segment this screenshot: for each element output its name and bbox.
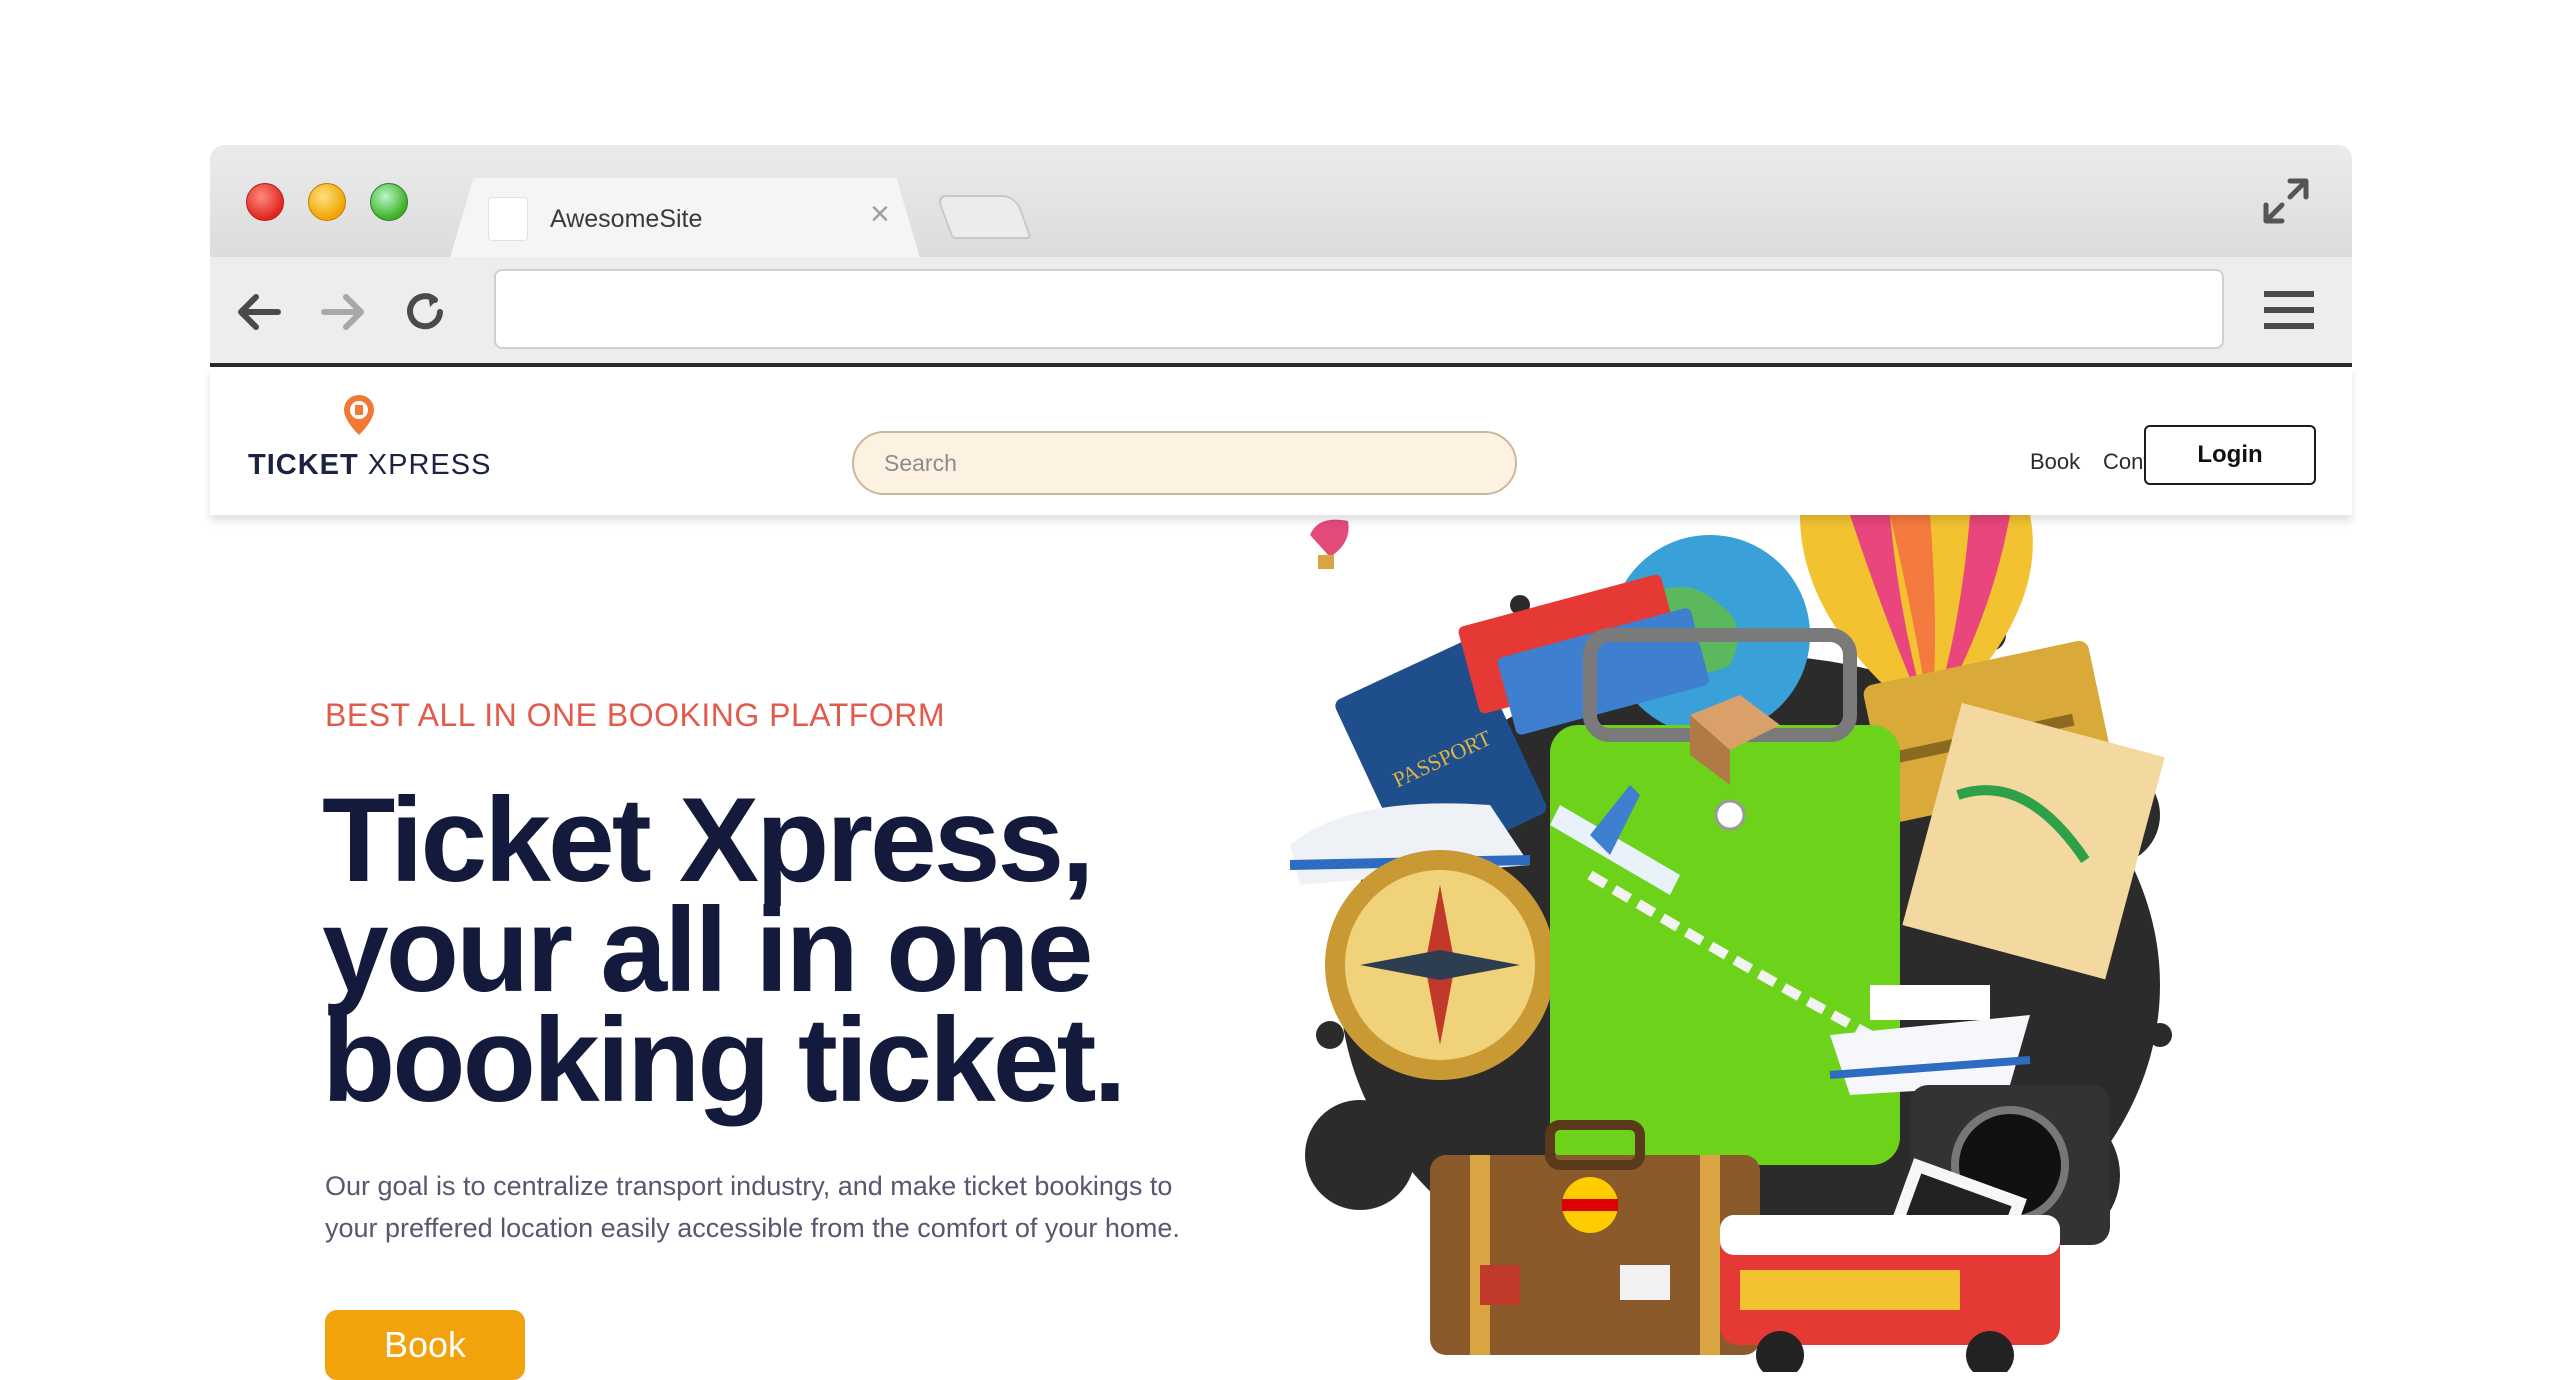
brown-suitcase-icon <box>1430 1120 1760 1355</box>
book-button[interactable]: Book <box>325 1310 525 1380</box>
site-header: TICKET XPRESS Book Contact Us Login <box>210 367 2352 515</box>
tab-title: AwesomeSite <box>550 205 703 233</box>
browser-toolbar <box>210 257 2352 367</box>
location-pin-icon <box>344 395 374 435</box>
bus-icon <box>1720 1215 2060 1372</box>
logo-light-text: XPRESS <box>358 449 492 481</box>
close-window-button[interactable] <box>246 183 284 221</box>
compass-icon <box>1325 850 1555 1080</box>
browser-window: AwesomeSite × TICKET XPRESS Search Book … <box>210 145 2352 1380</box>
forward-arrow-icon[interactable] <box>316 285 370 339</box>
tab-close-icon[interactable]: × <box>870 197 890 231</box>
hero-tagline: BEST ALL IN ONE BOOKING PLATFORM <box>325 697 945 733</box>
tab-bar: AwesomeSite × <box>210 145 2352 258</box>
back-arrow-icon[interactable] <box>232 285 286 339</box>
search-input[interactable] <box>852 431 1517 495</box>
travel-illustration: PASSPORT <box>1290 515 2172 1372</box>
page-icon <box>488 197 528 241</box>
maximize-window-button[interactable] <box>370 183 408 221</box>
hero-title-line: booking ticket. <box>322 993 1127 1127</box>
site-logo[interactable]: TICKET XPRESS <box>248 449 491 482</box>
new-tab-button[interactable] <box>935 195 1033 239</box>
address-bar[interactable] <box>494 269 2224 349</box>
minimize-window-button[interactable] <box>308 183 346 221</box>
login-button[interactable]: Login <box>2144 425 2316 485</box>
menu-icon[interactable] <box>2262 287 2316 333</box>
hero-title: Ticket Xpress, your all in one booking t… <box>322 780 1222 1120</box>
logo-bold-text: TICKET <box>248 449 359 481</box>
small-balloon-icon <box>1310 519 1349 569</box>
nav-link-book[interactable]: Book <box>2030 449 2080 475</box>
fullscreen-icon[interactable] <box>2260 175 2312 227</box>
hero-description: Our goal is to centralize transport indu… <box>325 1171 1180 1243</box>
reload-icon[interactable] <box>398 285 452 339</box>
